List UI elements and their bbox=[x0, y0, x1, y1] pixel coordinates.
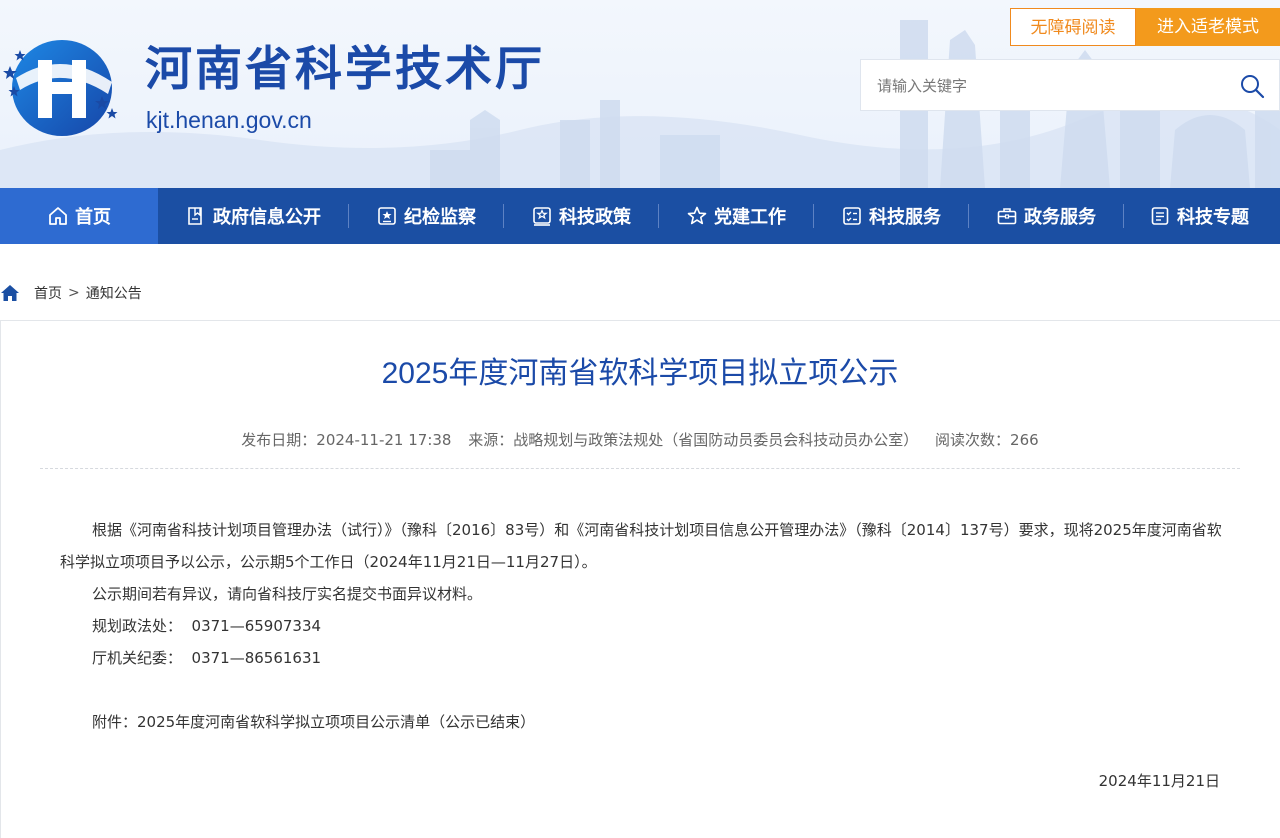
badge-icon bbox=[378, 207, 396, 225]
search-box bbox=[860, 59, 1280, 111]
henan-kjt-logo bbox=[3, 40, 118, 136]
breadcrumb-separator: > bbox=[68, 285, 80, 301]
contact-line: 厅机关纪委： 0371—86561631 bbox=[92, 649, 322, 667]
nav-item-gov-info[interactable]: 政府信息公开 bbox=[158, 188, 348, 244]
meta-divider bbox=[40, 468, 1240, 469]
nav-item-tech-topics[interactable]: 科技专题 bbox=[1124, 188, 1274, 244]
nav-label: 政府信息公开 bbox=[213, 207, 321, 228]
bookmark-doc-icon bbox=[188, 207, 202, 225]
nav-item-gov-services[interactable]: 政务服务 bbox=[969, 188, 1123, 244]
home-icon[interactable] bbox=[0, 284, 20, 302]
article-source: 来源：战略规划与政策法规处（省国防动员委员会科技动员办公室） bbox=[468, 431, 919, 449]
body-paragraph: 根据《河南省科技计划项目管理办法（试行）》（豫科〔2016〕83号）和《河南省科… bbox=[60, 521, 1222, 571]
article-meta: 发布日期：2024-11-21 17:38 来源：战略规划与政策法规处（省国防动… bbox=[0, 430, 1280, 450]
attachment-link[interactable]: 附件：2025年度河南省软科学拟立项项目公示清单（公示已结束） bbox=[60, 706, 1225, 738]
nav-item-tech-services[interactable]: 科技服务 bbox=[814, 188, 968, 244]
nav-item-discipline[interactable]: 纪检监察 bbox=[349, 188, 503, 244]
body-paragraph: 公示期间若有异议，请向省科技厅实名提交书面异议材料。 bbox=[92, 585, 483, 603]
home-icon bbox=[49, 207, 67, 225]
breadcrumb-current-link[interactable]: 通知公告 bbox=[86, 283, 142, 303]
search-input[interactable] bbox=[875, 72, 1219, 100]
nav-label: 纪检监察 bbox=[404, 207, 476, 228]
site-title: 河南省科学技术厅 bbox=[145, 42, 545, 97]
nav-label: 科技专题 bbox=[1177, 207, 1249, 228]
breadcrumb-home-link[interactable]: 首页 bbox=[34, 283, 62, 303]
article-date: 2024年11月21日 bbox=[1098, 772, 1220, 790]
nav-item-party-building[interactable]: 党建工作 bbox=[659, 188, 813, 244]
nav-label: 党建工作 bbox=[714, 207, 786, 228]
read-count: 阅读次数：266 bbox=[935, 431, 1039, 449]
nav-label: 科技政策 bbox=[559, 207, 631, 228]
contact-line: 规划政法处： 0371—65907334 bbox=[92, 617, 322, 635]
main-nav: 首页 政府信息公开 纪检监察 科技政策 党建工作 科技服务 政务服务 科技专题 bbox=[0, 188, 1280, 244]
breadcrumb: 首页 > 通知公告 bbox=[0, 282, 142, 304]
nav-item-tech-policy[interactable]: 科技政策 bbox=[504, 188, 658, 244]
checklist-icon bbox=[843, 207, 861, 225]
nav-label: 科技服务 bbox=[869, 207, 941, 228]
publish-date: 发布日期：2024-11-21 17:38 bbox=[241, 431, 452, 449]
nav-label: 首页 bbox=[75, 207, 111, 228]
accessibility-reading-button[interactable]: 无障碍阅读 bbox=[1010, 8, 1136, 46]
site-header: 河南省科学技术厅 kjt.henan.gov.cn 无障碍阅读 进入适老模式 bbox=[0, 0, 1280, 188]
site-domain: kjt.henan.gov.cn bbox=[146, 107, 312, 133]
nav-item-home[interactable]: 首页 bbox=[0, 188, 158, 244]
search-icon[interactable] bbox=[1239, 73, 1265, 99]
document-icon bbox=[1151, 207, 1169, 225]
briefcase-icon bbox=[997, 208, 1017, 225]
article-body: 根据《河南省科技计划项目管理办法（试行）》（豫科〔2016〕83号）和《河南省科… bbox=[60, 514, 1225, 738]
elder-mode-button[interactable]: 进入适老模式 bbox=[1136, 8, 1280, 46]
star-icon bbox=[687, 206, 707, 225]
article-title: 2025年度河南省软科学项目拟立项公示 bbox=[381, 357, 899, 390]
policy-icon bbox=[533, 207, 551, 226]
nav-label: 政务服务 bbox=[1024, 207, 1096, 228]
